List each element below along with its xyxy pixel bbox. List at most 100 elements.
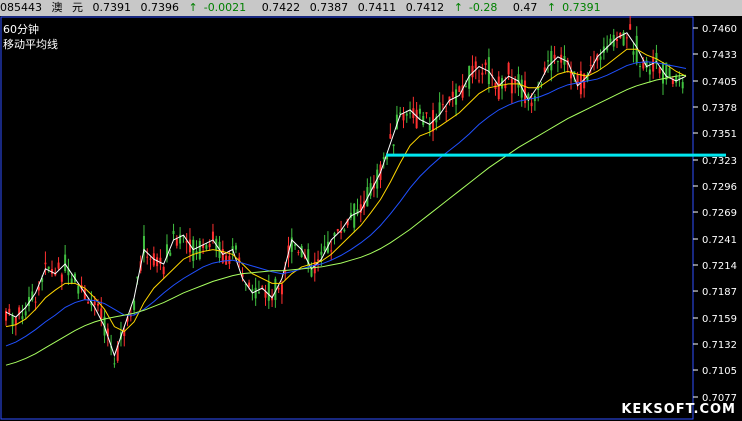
symbol-unit: 元 bbox=[72, 1, 83, 14]
candle-body bbox=[267, 282, 270, 301]
candle-body bbox=[172, 230, 175, 235]
candle-body bbox=[100, 308, 103, 319]
candle-body bbox=[481, 72, 484, 75]
candle-body bbox=[261, 286, 264, 288]
candle-body bbox=[478, 80, 481, 82]
price-2: 0.7396 bbox=[140, 1, 180, 14]
candle-body bbox=[547, 60, 550, 62]
price-1: 0.7391 bbox=[92, 1, 132, 14]
symbol-name: 澳 bbox=[51, 1, 63, 14]
candle-body bbox=[57, 262, 60, 269]
percent-change: -0.28 bbox=[468, 1, 498, 14]
candle-body bbox=[668, 68, 671, 78]
candle-body bbox=[681, 82, 684, 89]
period-label: 60分钟 bbox=[3, 23, 39, 36]
y-tick-label: 0.7405 bbox=[702, 77, 737, 88]
candle-body bbox=[294, 244, 297, 246]
watermark-logo: KEKSOFT.COM bbox=[621, 402, 736, 417]
candle-body bbox=[11, 315, 14, 327]
candle-body bbox=[21, 316, 24, 320]
y-tick-label: 0.7241 bbox=[702, 235, 737, 246]
candle-body bbox=[418, 108, 421, 114]
candle-body bbox=[44, 262, 47, 265]
candle-body bbox=[409, 112, 412, 114]
candle-body bbox=[652, 57, 655, 72]
candle-body bbox=[211, 231, 214, 240]
candle-body bbox=[208, 243, 211, 248]
y-tick-label: 0.7296 bbox=[702, 182, 737, 193]
y-tick-label: 0.7105 bbox=[702, 366, 737, 377]
price-3: 0.7411 bbox=[357, 1, 397, 14]
candle-body bbox=[550, 51, 553, 71]
candle-body bbox=[389, 134, 392, 139]
y-tick-label: 0.7433 bbox=[702, 50, 737, 61]
ma-line-3 bbox=[5, 61, 687, 347]
candle-body bbox=[162, 266, 165, 275]
candle-body bbox=[474, 61, 477, 69]
candle-body bbox=[510, 79, 513, 94]
candle-body bbox=[8, 308, 11, 313]
y-tick-label: 0.7187 bbox=[702, 287, 737, 298]
candle-body bbox=[451, 91, 454, 98]
candle-body bbox=[198, 240, 201, 260]
candle-body bbox=[225, 255, 228, 265]
y-tick-label: 0.7269 bbox=[702, 208, 737, 219]
candle-body bbox=[616, 39, 619, 42]
candle-body bbox=[297, 251, 300, 253]
candle-body bbox=[93, 301, 96, 306]
candle-body bbox=[382, 157, 385, 160]
candle-body bbox=[47, 266, 50, 269]
last-price: 0.7391 bbox=[562, 1, 601, 14]
y-tick-label: 0.7214 bbox=[702, 261, 737, 272]
candle-body bbox=[625, 37, 628, 39]
price-chart[interactable]: 0.7460 0.7433 0.7405 0.7378 0.7351 0.7323 0.72… bbox=[0, 16, 742, 421]
candle-body bbox=[458, 86, 461, 93]
arrow-icon: ↑ bbox=[188, 1, 198, 14]
candle-body bbox=[494, 82, 497, 90]
price-change: -0.0021 bbox=[203, 1, 247, 14]
candle-body bbox=[87, 301, 90, 304]
candle-body bbox=[96, 303, 99, 306]
candle-body bbox=[530, 102, 533, 107]
candle-body bbox=[175, 238, 178, 246]
value-5: 0.47 bbox=[512, 1, 538, 14]
ma-line-4 bbox=[5, 74, 687, 366]
candle-body bbox=[402, 113, 405, 121]
candle-body bbox=[146, 256, 149, 258]
y-tick-label: 0.7460 bbox=[702, 24, 737, 35]
chart-frame bbox=[0, 16, 694, 420]
candle-body bbox=[133, 300, 136, 310]
candle-body bbox=[675, 76, 678, 83]
candle-body bbox=[64, 254, 67, 271]
candle-body bbox=[399, 112, 402, 114]
candle-body bbox=[441, 104, 444, 106]
candle-body bbox=[471, 65, 474, 78]
y-tick-label: 0.7351 bbox=[702, 129, 737, 140]
quote-header-bar: 085443 澳 元 0.7391 0.7396 ↑ -0.0021 0.7422… bbox=[0, 0, 742, 16]
candle-body bbox=[77, 285, 80, 294]
candle-body bbox=[330, 250, 333, 252]
candle-body bbox=[599, 56, 602, 60]
price-low: 0.7387 bbox=[309, 1, 349, 14]
candle-body bbox=[428, 124, 431, 131]
y-tick-label: 0.7159 bbox=[702, 314, 737, 325]
candle-body bbox=[113, 363, 116, 365]
candle-body bbox=[149, 258, 152, 260]
candle-body bbox=[277, 288, 280, 290]
candle-body bbox=[353, 203, 356, 228]
y-tick-label: 0.7378 bbox=[702, 103, 737, 114]
candle-body bbox=[405, 113, 408, 116]
candle-body bbox=[34, 301, 37, 303]
candle-body bbox=[156, 257, 159, 267]
candle-body bbox=[415, 109, 418, 129]
price-4: 0.7412 bbox=[405, 1, 445, 14]
candle-body bbox=[205, 245, 208, 249]
candle-body bbox=[589, 64, 592, 66]
candle-body bbox=[648, 69, 651, 75]
candle-body bbox=[323, 246, 326, 251]
candle-body bbox=[392, 144, 395, 147]
y-tick-label: 0.7323 bbox=[702, 156, 737, 167]
candle-body bbox=[234, 245, 237, 250]
candlestick-group bbox=[5, 16, 684, 368]
candle-body bbox=[320, 251, 323, 255]
